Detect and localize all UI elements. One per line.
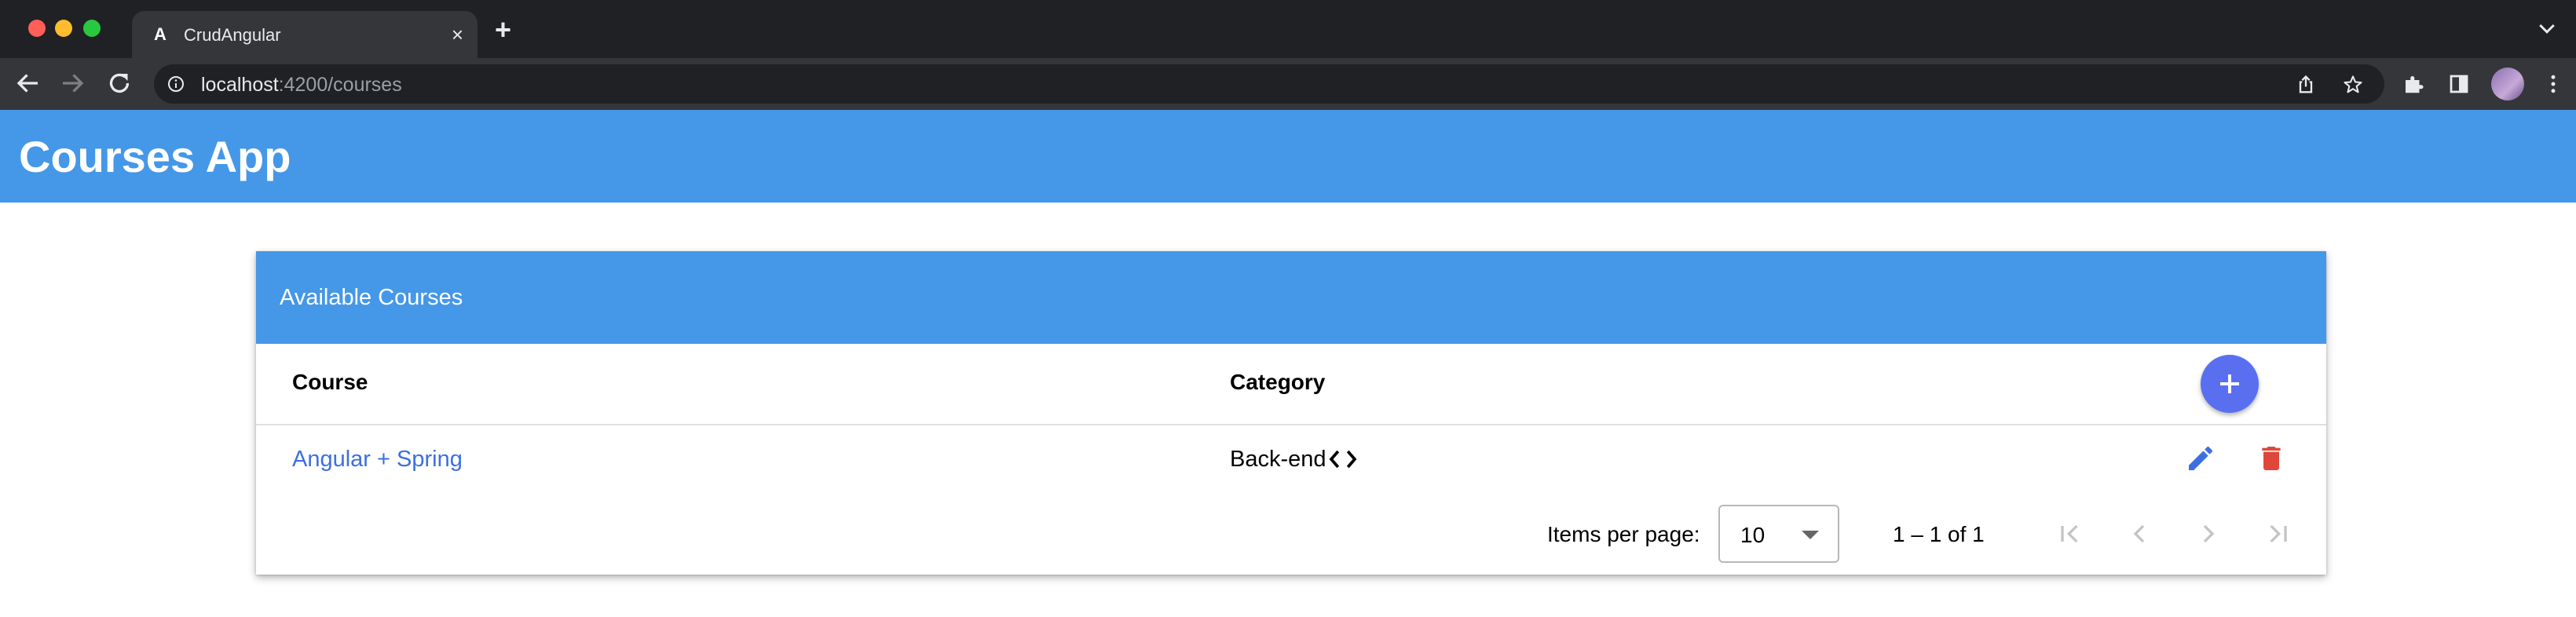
url-path: :4200/courses	[278, 74, 402, 96]
browser-tab-strip: A CrudAngular × +	[0, 0, 2576, 58]
browser-menu-icon[interactable]	[2541, 72, 2565, 96]
course-category: Back-end	[1230, 447, 1326, 472]
header-row-divider	[256, 424, 2326, 425]
courses-card: Available Courses Course Category Angula…	[256, 251, 2326, 575]
column-header-category: Category	[1230, 370, 1326, 394]
card-header: Available Courses	[256, 251, 2326, 344]
code-icon	[1329, 450, 1357, 469]
items-per-page-label: Items per page:	[1547, 522, 1700, 546]
address-bar[interactable]: localhost:4200/courses	[154, 64, 2384, 104]
new-tab-button[interactable]: +	[495, 16, 511, 44]
column-header-course: Course	[292, 370, 368, 394]
tab-search-chevron-icon[interactable]	[2535, 17, 2559, 41]
page-size-select[interactable]: 10	[1718, 505, 1839, 563]
extensions-puzzle-icon[interactable]	[2402, 72, 2425, 96]
forward-arrow-icon[interactable]	[58, 69, 86, 97]
dropdown-arrow-icon	[1802, 531, 1819, 539]
plus-icon	[2220, 374, 2239, 393]
tab-close-icon[interactable]: ×	[452, 24, 463, 46]
next-page-icon[interactable]	[2193, 518, 2224, 549]
add-course-button[interactable]	[2201, 355, 2259, 413]
course-name-link[interactable]: Angular + Spring	[292, 446, 463, 473]
first-page-icon[interactable]	[2055, 518, 2086, 549]
edit-pencil-icon[interactable]	[2185, 443, 2216, 474]
url-host: localhost	[201, 74, 279, 96]
last-page-icon[interactable]	[2262, 518, 2293, 549]
back-arrow-icon[interactable]	[14, 69, 42, 97]
app-title: Courses App	[19, 132, 291, 181]
profile-avatar[interactable]	[2491, 68, 2524, 100]
site-info-icon[interactable]	[166, 75, 185, 93]
previous-page-icon[interactable]	[2124, 518, 2155, 549]
delete-trash-icon[interactable]	[2256, 443, 2287, 474]
url-text[interactable]: localhost:4200/courses	[201, 74, 402, 96]
page-range-label: 1 – 1 of 1	[1893, 522, 1985, 546]
side-panel-icon[interactable]	[2447, 72, 2471, 96]
window-minimize-button[interactable]	[55, 20, 72, 37]
app-toolbar: Courses App	[0, 110, 2576, 203]
browser-tab[interactable]: A CrudAngular ×	[132, 11, 478, 58]
angular-favicon-icon: A	[154, 24, 166, 44]
share-icon[interactable]	[2295, 74, 2317, 96]
bookmark-star-icon[interactable]	[2342, 74, 2364, 96]
reload-icon[interactable]	[105, 69, 134, 97]
browser-toolbar: localhost:4200/courses	[0, 58, 2576, 110]
card-title: Available Courses	[280, 285, 463, 310]
window-close-button[interactable]	[28, 20, 46, 37]
page-size-value: 10	[1740, 523, 1766, 547]
window-zoom-button[interactable]	[83, 20, 101, 37]
tab-title: CrudAngular	[184, 25, 281, 45]
